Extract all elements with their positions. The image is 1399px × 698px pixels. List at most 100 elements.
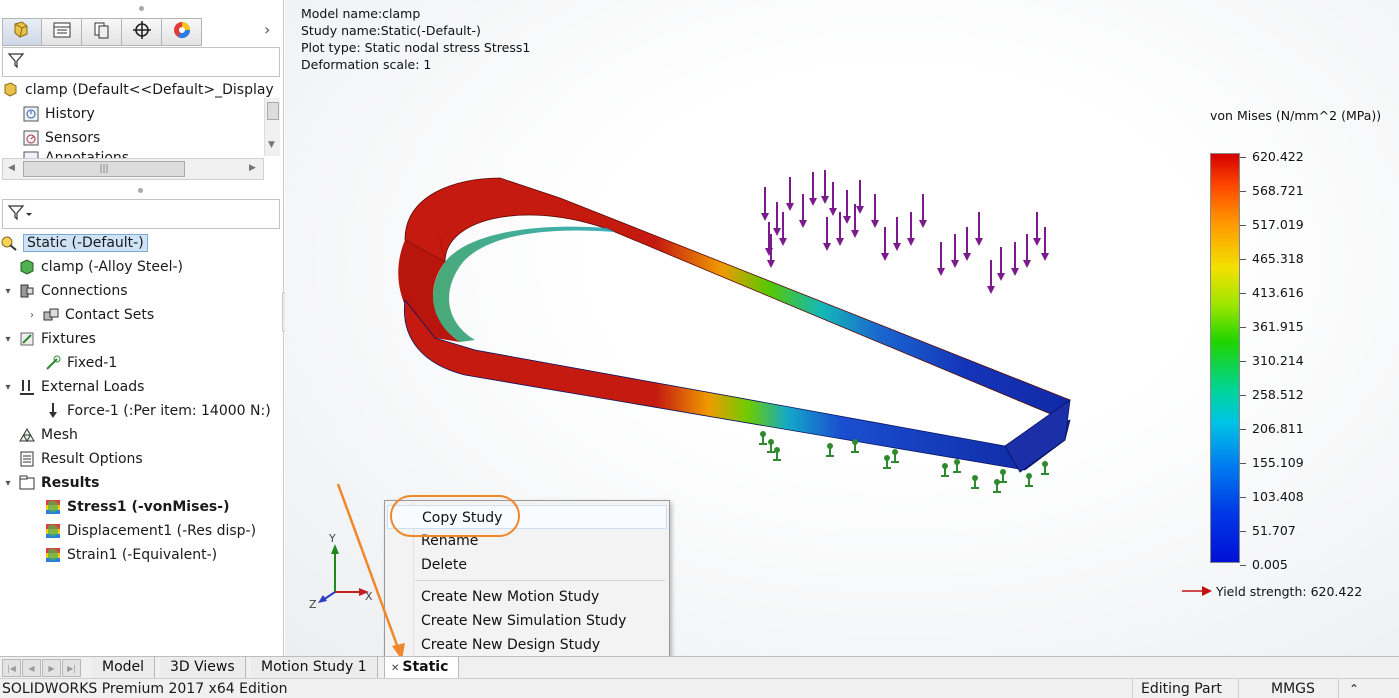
tree-item-label: Fixtures <box>41 331 96 347</box>
legend-tick-mark <box>1240 497 1246 498</box>
tree-item-results[interactable]: ▾ Results <box>2 471 99 495</box>
fixture-icon <box>1041 461 1049 475</box>
tab-configuration-manager[interactable] <box>82 18 122 46</box>
feature-tree-hscrollbar[interactable]: ◀ ||| ▶ <box>2 158 264 180</box>
feature-manager-icon <box>11 20 33 44</box>
expander-icon[interactable]: ▾ <box>2 334 14 345</box>
tree-root-clamp[interactable]: clamp (Default<<Default>_Display <box>2 78 274 102</box>
load-arrow-icon <box>773 202 781 236</box>
fixture-icon <box>773 447 781 461</box>
static-tab-label: Static <box>402 659 449 675</box>
property-manager-icon <box>52 21 72 43</box>
menu-item-delete[interactable]: Delete <box>387 553 667 577</box>
static-study-icon <box>0 234 18 252</box>
tree-item-fixtures[interactable]: ▾ Fixtures <box>2 327 96 351</box>
load-arrow-icon <box>856 180 864 214</box>
menu-item-new-design-study[interactable]: Create New Design Study <box>387 633 667 657</box>
legend-tick-mark <box>1240 225 1246 226</box>
fixture-icon <box>999 469 1007 483</box>
tab-model[interactable]: Model <box>92 657 156 679</box>
menu-separator <box>415 580 665 581</box>
left-panel: › clamp (Default<<Default>_Display Histo… <box>0 0 284 656</box>
tab-motion-study-1[interactable]: Motion Study 1 <box>251 657 378 679</box>
tree-item-result-options[interactable]: Result Options <box>2 447 143 471</box>
tree-item-clamp-alloy-steel[interactable]: clamp (-Alloy Steel-) <box>2 255 183 279</box>
tree-item-stress1-vonmises[interactable]: Stress1 (-vonMises-) <box>26 495 229 519</box>
load-arrow-icon <box>975 212 983 246</box>
simulation-filter[interactable] <box>2 199 280 229</box>
feature-tree-vscrollbar[interactable]: ▼ <box>264 98 280 156</box>
tree-item-label: Result Options <box>41 451 143 467</box>
part-icon <box>2 81 20 99</box>
panel-grip-top[interactable] <box>0 0 283 16</box>
legend-tick-label: 0.005 <box>1252 557 1288 572</box>
tree-item-label: External Loads <box>41 379 145 395</box>
status-bar: SOLIDWORKS Premium 2017 x64 Edition Edit… <box>0 678 1399 698</box>
expander-icon[interactable]: ▾ <box>2 478 14 489</box>
legend-tick-label: 258.512 <box>1252 387 1304 402</box>
legend-tick-mark <box>1240 395 1246 396</box>
load-arrow-icon <box>809 172 817 206</box>
load-arrow-icon <box>987 260 995 294</box>
triad-x-label: X <box>365 590 373 603</box>
fixture-icon <box>953 459 961 473</box>
tree-item-label: History <box>45 106 95 122</box>
tab-property-manager[interactable] <box>42 18 82 46</box>
tab-prev-icon[interactable]: ◀ <box>22 659 41 677</box>
expander-icon[interactable]: ▾ <box>2 286 14 297</box>
result-plot-icon <box>44 498 62 516</box>
tab-3d-views[interactable]: 3D Views <box>160 657 246 679</box>
study-node-label: Static (-Default-) <box>23 234 148 252</box>
tree-item-fixed-1[interactable]: Fixed-1 <box>26 351 117 375</box>
status-menu-icon[interactable]: ⌃ <box>1338 679 1399 698</box>
scroll-thumb[interactable]: ||| <box>23 161 185 177</box>
tree-item-mesh[interactable]: Mesh <box>2 423 78 447</box>
legend-tick-label: 620.422 <box>1252 149 1304 164</box>
expander-icon[interactable]: ▾ <box>2 382 14 393</box>
load-arrow-icon <box>963 227 971 261</box>
tree-item-connections[interactable]: ▾ Connections <box>2 279 127 303</box>
tab-static[interactable]: ✕ Static <box>384 657 460 679</box>
tab-display-manager[interactable] <box>162 18 202 46</box>
menu-item-new-motion-study[interactable]: Create New Motion Study <box>387 585 667 609</box>
scroll-thumb[interactable] <box>267 102 279 120</box>
tab-scroll-right-icon[interactable]: › <box>264 20 278 44</box>
tree-item-force-1-per-item-14000-n[interactable]: Force-1 (:Per item: 14000 N:) <box>26 399 271 423</box>
expander-icon[interactable]: › <box>26 310 38 321</box>
stress-colorbar[interactable] <box>1210 153 1240 563</box>
tree-item-annotations[interactable]: Annotations <box>22 150 129 158</box>
reference-triad[interactable]: Y X Z <box>305 534 375 614</box>
tree-item-label: Contact Sets <box>65 307 155 323</box>
plot-type-text: Plot type: Static nodal stress Stress1 <box>301 40 531 55</box>
load-arrows <box>761 170 1049 294</box>
yield-strength-label: Yield strength: 620.422 <box>1182 584 1362 599</box>
scroll-right-icon[interactable]: ▶ <box>249 163 256 173</box>
legend-tick-label: 206.811 <box>1252 421 1304 436</box>
legend-tick-label: 465.318 <box>1252 251 1304 266</box>
fixture-icon <box>759 431 767 445</box>
scroll-left-icon[interactable]: ◀ <box>8 163 15 173</box>
tree-item-history[interactable]: History <box>22 102 95 126</box>
tree-item-contact-sets[interactable]: › Contact Sets <box>26 303 154 327</box>
tree-item-strain1-equivalent[interactable]: Strain1 (-Equivalent-) <box>26 543 217 567</box>
tree-item-external-loads[interactable]: ▾ External Loads <box>2 375 144 399</box>
panel-grip-middle[interactable] <box>0 182 280 198</box>
load-arrow-icon <box>829 182 837 216</box>
feature-filter[interactable] <box>2 47 280 77</box>
tab-next-icon[interactable]: ▶ <box>42 659 61 677</box>
model-name-text: Model name:clamp <box>301 6 421 21</box>
tab-last-icon[interactable]: ▶| <box>62 659 81 677</box>
scroll-down-icon[interactable]: ▼ <box>268 140 275 150</box>
tree-item-displacement1-res-disp[interactable]: Displacement1 (-Res disp-) <box>26 519 256 543</box>
units-button[interactable]: MMGS <box>1238 679 1338 698</box>
tree-item-sensors[interactable]: Sensors <box>22 126 100 150</box>
fixture-icon <box>1025 473 1033 487</box>
legend-tick-label: 155.109 <box>1252 455 1304 470</box>
study-node-static[interactable]: Static (-Default-) <box>0 231 148 255</box>
tab-first-icon[interactable]: |◀ <box>2 659 21 677</box>
menu-item-new-simulation-study[interactable]: Create New Simulation Study <box>387 609 667 633</box>
tree-item-label: Stress1 (-vonMises-) <box>67 499 230 515</box>
load-arrow-icon <box>871 194 879 228</box>
tab-feature-manager[interactable] <box>2 18 42 46</box>
tab-dimxpert-manager[interactable] <box>122 18 162 46</box>
